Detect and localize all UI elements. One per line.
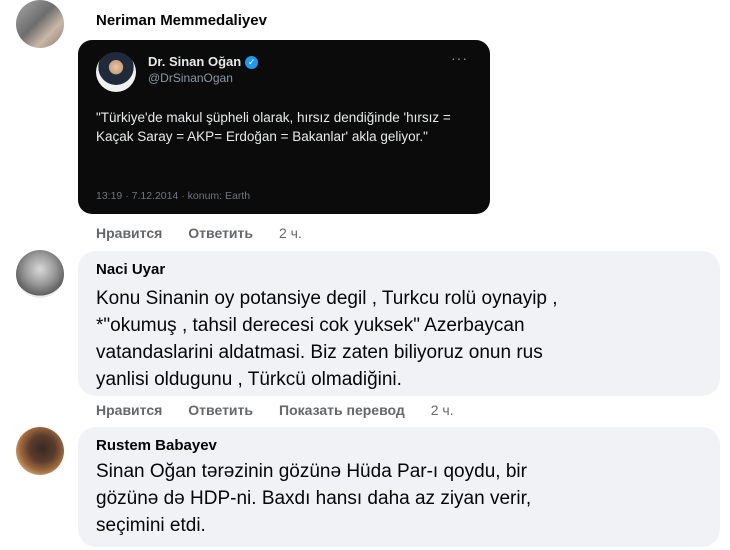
more-options-icon: ··· <box>451 50 468 66</box>
tweet-screenshot-image[interactable]: Dr. Sinan Oğan ✓ @DrSinanOgan ··· "Türkiy… <box>78 40 490 214</box>
tweet-text: "Türkiye'de makul şüpheli olarak, hırsız… <box>96 110 451 144</box>
reply-button[interactable]: Ответить <box>188 225 253 241</box>
comment-bubble: Rustem Babayev Sinan Oğan tərəzinin gözü… <box>78 427 720 547</box>
comment-author[interactable]: Neriman Memmedaliyev <box>96 12 267 29</box>
tweet-meta: 13:19 · 7.12.2014 · konum: Earth <box>96 190 251 202</box>
comment-actions: Нравится Ответить 2 ч. <box>96 225 328 241</box>
comment-actions: Нравится Ответить Показать перевод 2 ч. <box>96 402 480 418</box>
comment-author[interactable]: Naci Uyar <box>96 261 165 278</box>
like-button[interactable]: Нравится <box>96 402 162 418</box>
verified-badge-icon: ✓ <box>245 56 259 70</box>
comment-text: Konu Sinanin oy potansiye degil , Turkcu… <box>96 288 558 390</box>
timestamp[interactable]: 2 ч. <box>279 225 302 241</box>
comment-bubble: Naci Uyar Konu Sinanin oy potansiye degi… <box>78 251 720 396</box>
avatar[interactable] <box>16 250 64 298</box>
tweet-avatar <box>96 52 136 92</box>
timestamp[interactable]: 2 ч. <box>431 402 454 418</box>
translate-button[interactable]: Показать перевод <box>279 402 405 418</box>
reply-button[interactable]: Ответить <box>188 402 253 418</box>
comment-text: Sinan Oğan tərəzinin gözünə Hüda Par-ı q… <box>96 461 532 536</box>
avatar[interactable] <box>16 427 64 475</box>
tweet-author-name: Dr. Sinan Oğan ✓ <box>148 54 259 70</box>
avatar[interactable] <box>16 0 64 48</box>
comment-author[interactable]: Rustem Babayev <box>96 437 217 454</box>
tweet-handle: @DrSinanOgan <box>148 71 233 85</box>
like-button[interactable]: Нравится <box>96 225 162 241</box>
tweet-author-label: Dr. Sinan Oğan <box>148 54 242 69</box>
